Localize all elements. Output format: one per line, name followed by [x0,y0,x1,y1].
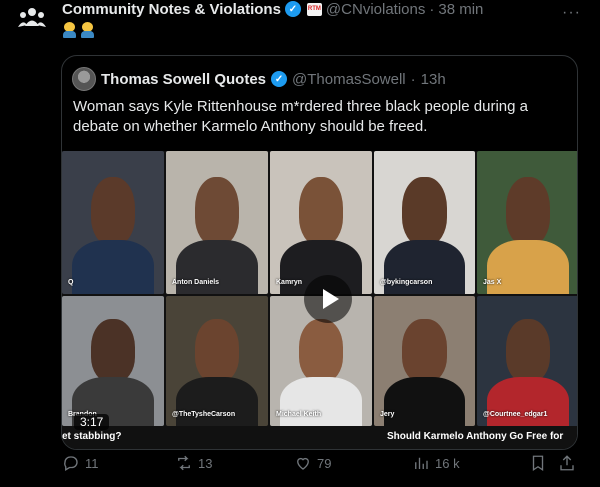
more-options-icon[interactable]: ··· [562,4,581,22]
video-caption-left: et stabbing? [62,431,122,442]
video-participant-tile: Q [62,151,164,294]
video-participant-tile: @bykingcarson [374,151,475,294]
post-header: Community Notes & Violations ✓ RTM @CNvi… [62,0,483,18]
separator-dot: · [410,70,416,88]
participant-label: @Courtnee_edgar1 [483,411,548,418]
share-icon [560,455,574,471]
video-participant-tile: Anton Daniels [166,151,268,294]
participant-label: Jas X [483,279,502,286]
video-participant-tile: @Courtnee_edgar1 [477,296,577,426]
play-button[interactable] [304,275,352,323]
facepalm-emoji-icon [80,22,95,38]
participant-label: Jery [380,411,395,418]
reply-icon [64,456,78,471]
video-participant-tile: Jery [374,296,475,426]
separator-dot: · [429,0,435,18]
quoted-post-timestamp[interactable]: 13h [421,71,446,88]
like-count: 79 [317,455,332,471]
participant-label: @TheTysheCarson [172,411,236,418]
video-participant-tile: @TheTysheCarson [166,296,268,426]
bookmark-icon [532,455,544,472]
views-button[interactable]: 16 k [412,454,460,472]
video-player[interactable]: Q Anton Daniels Kamryn @bykingcarson Jas… [62,151,577,449]
views-chart-icon [415,457,428,469]
post-text [62,22,98,44]
affiliate-badge-icon[interactable]: RTM [306,2,322,16]
view-count: 16 k [435,455,460,471]
author-handle[interactable]: @CNviolations [326,1,425,18]
quoted-author-avatar[interactable] [72,67,96,91]
repost-count: 13 [198,455,213,471]
facepalm-emoji-icon [62,22,77,38]
participant-label: Kamryn [276,279,303,286]
quoted-post-text: Woman says Kyle Rittenhouse m*rdered thr… [73,98,528,135]
post-timestamp[interactable]: 38 min [438,1,483,18]
participant-label: @bykingcarson [380,279,433,286]
video-participant-tile: Jas X [477,151,577,294]
like-button[interactable]: 79 [294,454,331,472]
author-name[interactable]: Community Notes & Violations [62,1,281,18]
video-participant-tile: Kamryn [270,151,372,294]
community-notes-avatar-icon[interactable] [18,6,46,30]
repost-button[interactable]: 13 [175,454,212,472]
bookmark-button[interactable] [529,454,547,472]
reply-button[interactable]: 11 [62,454,99,472]
verified-badge-icon: ✓ [271,71,288,87]
quoted-post[interactable]: Thomas Sowell Quotes ✓ @ThomasSowell · 1… [61,55,578,450]
verified-badge-icon: ✓ [284,1,301,17]
post-actions: 11 13 79 16 k [62,454,582,476]
heart-icon [297,457,309,470]
repost-icon [178,455,190,471]
share-button[interactable] [558,454,576,472]
participant-label: Q [68,279,74,286]
quoted-post-header: Thomas Sowell Quotes ✓ @ThomasSowell · 1… [72,67,446,91]
video-duration: 3:17 [74,414,110,430]
reply-count: 11 [85,455,99,471]
video-participant-tile: Brandon [62,296,164,426]
participant-label: Anton Daniels [172,279,220,286]
participant-label: Michael Keith [276,411,322,418]
quoted-author-handle[interactable]: @ThomasSowell [292,71,406,88]
quoted-author-name[interactable]: Thomas Sowell Quotes [101,71,266,88]
video-caption-right: Should Karmelo Anthony Go Free for [387,431,564,442]
